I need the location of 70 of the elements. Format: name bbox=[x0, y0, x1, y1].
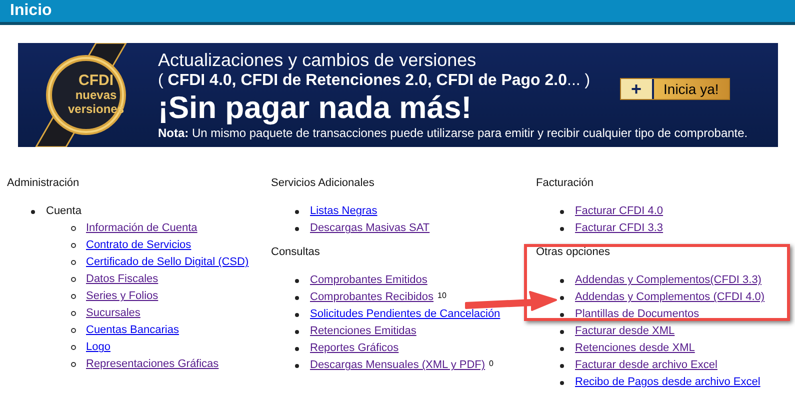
bullet-icon bbox=[560, 346, 564, 350]
link[interactable]: Addendas y Complementos(CFDI 3.3) bbox=[575, 272, 762, 289]
link[interactable]: Facturar CFDI 3.3 bbox=[575, 220, 664, 237]
page-title: Inicio bbox=[10, 1, 52, 21]
bullet-icon bbox=[71, 311, 76, 316]
link[interactable]: Addendas y Complementos (CFDI 4.0) bbox=[575, 289, 765, 306]
link[interactable]: Contrato de Servicios bbox=[86, 237, 192, 254]
link[interactable]: Retenciones Emitidas bbox=[310, 323, 416, 340]
section-heading: Administración bbox=[7, 176, 80, 191]
plus-icon: + bbox=[621, 79, 652, 99]
link[interactable]: Listas Negras bbox=[310, 203, 378, 220]
bullet-icon bbox=[560, 296, 564, 300]
link[interactable]: Facturar CFDI 4.0 bbox=[575, 203, 664, 220]
bullet-icon bbox=[295, 346, 299, 350]
bullet-icon bbox=[560, 364, 564, 368]
bullet-icon bbox=[560, 226, 564, 230]
bullet-icon bbox=[295, 364, 299, 368]
count-label: 10 bbox=[438, 290, 446, 302]
bullet-icon bbox=[71, 226, 76, 231]
section-heading: Facturación bbox=[536, 176, 594, 191]
bullet-icon bbox=[71, 294, 76, 299]
link[interactable]: Certificado de Sello Digital (CSD) bbox=[86, 254, 249, 271]
bullet-icon bbox=[560, 210, 564, 214]
group-label: Cuenta bbox=[46, 204, 82, 220]
bullet-icon bbox=[560, 312, 564, 316]
link[interactable]: Cuentas Bancarias bbox=[86, 322, 179, 339]
bullet-icon bbox=[560, 330, 564, 334]
bullet-icon bbox=[295, 226, 299, 230]
bullet-icon bbox=[560, 380, 564, 384]
link[interactable]: Facturar desde XML bbox=[575, 323, 675, 340]
link[interactable]: Reportes Gráficos bbox=[310, 340, 399, 357]
link[interactable]: Información de Cuenta bbox=[86, 220, 198, 237]
start-button[interactable]: + Inicia ya! bbox=[620, 78, 730, 100]
bullet-icon bbox=[71, 345, 76, 350]
banner-headline: ¡Sin pagar nada más! bbox=[158, 91, 472, 125]
link[interactable]: Retenciones desde XML bbox=[575, 340, 695, 357]
bullet-icon bbox=[295, 278, 299, 282]
bullet-icon bbox=[71, 243, 76, 248]
bullet-icon bbox=[295, 210, 299, 214]
banner-note: Nota: Un mismo paquete de transacciones puede utilizarse para emitir y recibir cualquier tipo de comprobante. bbox=[158, 125, 748, 141]
link[interactable]: Series y Folios bbox=[86, 288, 158, 305]
bullet-icon bbox=[295, 330, 299, 334]
badge-text: CFDI bbox=[78, 74, 114, 88]
link[interactable]: Sucursales bbox=[86, 305, 140, 322]
link[interactable]: Comprobantes Recibidos bbox=[310, 289, 434, 306]
bullet-icon bbox=[71, 362, 76, 367]
link[interactable]: Datos Fiscales bbox=[86, 271, 158, 288]
bullet-icon bbox=[71, 260, 76, 265]
badge-text: nuevas bbox=[75, 88, 117, 102]
bullet-icon bbox=[71, 277, 76, 282]
section-heading: Consultas bbox=[271, 245, 321, 260]
count-label: 0 bbox=[489, 358, 494, 370]
bullet-icon bbox=[71, 328, 76, 333]
link[interactable]: Recibo de Pagos desde archivo Excel bbox=[575, 374, 760, 391]
bullet-icon bbox=[295, 312, 299, 316]
bullet-icon bbox=[295, 296, 299, 300]
link[interactable]: Descargas Mensuales (XML y PDF) bbox=[310, 357, 486, 374]
banner-text: ( CFDI 4.0, CFDI de Retenciones 2.0, CFDI de Pago 2.0... ) bbox=[158, 71, 590, 91]
link[interactable]: Solicitudes Pendientes de Cancelación bbox=[310, 306, 500, 323]
section-heading: Otras opciones bbox=[536, 245, 611, 260]
link[interactable]: Comprobantes Emitidos bbox=[310, 272, 428, 289]
section-heading: Servicios Adicionales bbox=[271, 176, 376, 191]
bullet-icon bbox=[560, 278, 564, 282]
link[interactable]: Plantillas de Documentos bbox=[575, 306, 700, 323]
link[interactable]: Descargas Masivas SAT bbox=[310, 220, 430, 237]
link[interactable]: Logo bbox=[86, 339, 110, 356]
bullet-icon bbox=[31, 210, 35, 214]
link[interactable]: Facturar desde archivo Excel bbox=[575, 357, 718, 374]
banner-text: Actualizaciones y cambios de versiones bbox=[158, 49, 476, 71]
link[interactable]: Representaciones Gráficas bbox=[86, 356, 219, 373]
